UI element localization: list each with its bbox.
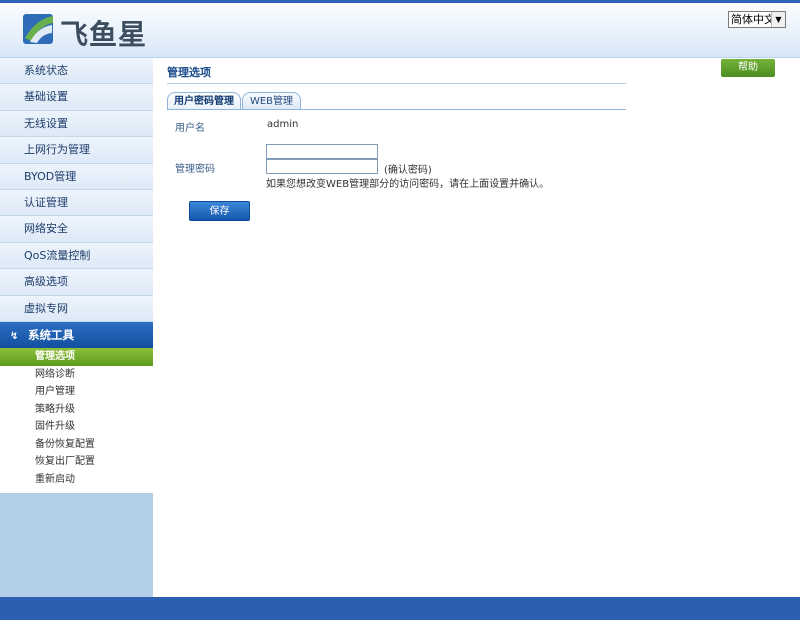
save-button[interactable]: 保存	[189, 201, 250, 221]
sidebar-item-network-security[interactable]: 网络安全	[0, 216, 153, 243]
sidebar-item-vpn[interactable]: 虚拟专网	[0, 295, 153, 322]
sidebar-item-system-status[interactable]: 系统状态	[0, 58, 153, 85]
sidebar-item-qos[interactable]: QoS流量控制	[0, 242, 153, 270]
tab-user-password[interactable]: 用户密码管理	[167, 92, 241, 110]
confirm-password-field[interactable]	[266, 159, 378, 174]
logo: 飞鱼星	[22, 11, 157, 51]
sidebar-item-internet-behavior[interactable]: 上网行为管理	[0, 137, 153, 164]
subitem-policy-upgrade[interactable]: 策略升级	[0, 401, 153, 419]
confirm-password-hint: (确认密码)	[384, 165, 432, 176]
tab-web-management[interactable]: WEB管理	[242, 92, 301, 110]
subitem-reboot[interactable]: 重新启动	[0, 471, 153, 489]
title-divider	[167, 83, 626, 84]
main-menu: 系统状态 基础设置 无线设置 上网行为管理 BYOD管理 认证管理 网络安全 Q…	[0, 58, 153, 322]
password-note: 如果您想改变WEB管理部分的访问密码，请在上面设置并确认。	[266, 179, 550, 190]
main-content: 帮助 管理选项 用户密码管理 WEB管理 用户名 admin 管理密码 (确认密…	[153, 58, 800, 597]
subitem-admin-options[interactable]: 管理选项	[0, 347, 153, 366]
sidebar-item-basic-settings[interactable]: 基础设置	[0, 84, 153, 111]
sidebar-section-system-tools[interactable]: ↯ 系统工具	[0, 321, 153, 348]
logo-mark-icon	[23, 14, 53, 44]
sidebar-item-byod[interactable]: BYOD管理	[0, 163, 153, 190]
submenu: 管理选项 网络诊断 用户管理 策略升级 固件升级 备份恢复配置 恢复出厂配置 重…	[0, 347, 153, 493]
username-label: 用户名	[175, 123, 205, 134]
subitem-firmware-upgrade[interactable]: 固件升级	[0, 418, 153, 436]
logo-text: 飞鱼星	[60, 18, 148, 51]
footer-bar	[0, 597, 800, 620]
subitem-user-management[interactable]: 用户管理	[0, 383, 153, 401]
subitem-network-diagnosis[interactable]: 网络诊断	[0, 366, 153, 384]
sidebar-item-authentication[interactable]: 认证管理	[0, 189, 153, 217]
language-selected-value: 简体中文	[731, 13, 775, 26]
sidebar-item-wireless-settings[interactable]: 无线设置	[0, 110, 153, 138]
sidebar-item-advanced[interactable]: 高级选项	[0, 269, 153, 296]
tab-divider	[167, 109, 626, 110]
subitem-factory-reset[interactable]: 恢复出厂配置	[0, 453, 153, 471]
language-select[interactable]: 简体中文 ▼	[728, 11, 786, 28]
username-value: admin	[267, 119, 299, 130]
sidebar-section-label: 系统工具	[28, 327, 75, 342]
page-title: 管理选项	[167, 66, 211, 79]
dropdown-arrow-icon[interactable]: ▼	[771, 12, 785, 27]
sidebar: 系统状态 基础设置 无线设置 上网行为管理 BYOD管理 认证管理 网络安全 Q…	[0, 58, 153, 597]
password-field[interactable]	[266, 144, 378, 159]
help-button[interactable]: 帮助	[721, 59, 775, 77]
password-label: 管理密码	[175, 164, 215, 175]
double-chevron-down-icon: ↯	[10, 330, 19, 342]
header: 飞鱼星 简体中文 ▼	[0, 0, 800, 58]
subitem-backup-restore[interactable]: 备份恢复配置	[0, 436, 153, 454]
